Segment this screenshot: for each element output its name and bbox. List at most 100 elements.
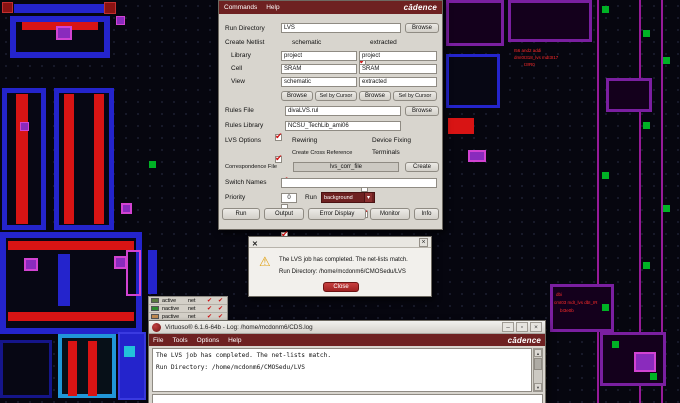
lvs-options-label: LVS Options [225, 137, 261, 144]
menu-tools[interactable]: Tools [172, 337, 187, 344]
layer-row-active[interactable]: active net ✔ ✔ [149, 297, 227, 305]
rules-file-browse-button[interactable]: Browse [405, 106, 439, 116]
error-display-button[interactable]: Error Display [308, 208, 366, 220]
log-window: Virtuoso® 6.1.6-64b - Log: /home/mcdonm6… [148, 320, 546, 403]
layer-select-check-icon[interactable]: ✔ [215, 297, 226, 304]
library-right-field[interactable]: project [359, 51, 437, 61]
dialog-app-icon [252, 233, 258, 251]
layer-visible-check-icon[interactable]: ✔ [204, 297, 215, 304]
layer-row-nactive[interactable]: nactive net ✔ ✔ [149, 305, 227, 313]
cell-right-field[interactable]: SRAM [359, 64, 437, 74]
run-directory-field[interactable]: LVS [281, 23, 401, 33]
layout-label: dmI0I318_lvs mdI3I17 [514, 55, 558, 61]
create-netlist-label: Create Netlist [225, 39, 264, 46]
browse-left-button[interactable]: Browse [281, 91, 313, 101]
log-line: Run Directory: /home/mcdonm6/CMOSedu/LVS [156, 364, 305, 371]
rewiring-label: Rewiring [292, 137, 317, 144]
run-mode-value: background [324, 193, 353, 203]
command-input-field[interactable] [152, 394, 543, 403]
layout-shape [20, 122, 29, 131]
output-button[interactable]: Output [264, 208, 304, 220]
layout-shape [118, 332, 146, 400]
layout-shape [88, 341, 97, 396]
layer-type: net [188, 314, 204, 320]
library-label: Library [231, 52, 251, 59]
menu-commands[interactable]: Commands [224, 4, 257, 11]
layer-name: pactive [162, 314, 188, 320]
close-icon[interactable]: × [530, 322, 542, 332]
view-left-field[interactable]: schematic [281, 77, 357, 87]
cross-reference-label: Create Cross Reference [292, 150, 352, 156]
sel-by-cursor-left-button[interactable]: Sel by Cursor [315, 91, 357, 101]
switch-names-field[interactable] [281, 178, 437, 188]
correspondence-file-field[interactable]: lvs_corr_file [293, 162, 399, 172]
log-output-area[interactable]: The LVS job has completed. The net-lists… [152, 348, 532, 392]
library-left-field[interactable]: project [281, 51, 357, 61]
rules-library-checkbox[interactable] [275, 156, 282, 163]
rules-library-field[interactable]: NCSU_TechLib_ami06 [285, 121, 401, 131]
warning-icon [259, 253, 271, 271]
layout-shape [643, 262, 650, 269]
run-directory-browse-button[interactable]: Browse [405, 23, 439, 33]
run-directory-label: Run Directory [225, 25, 265, 32]
layout-shape [643, 30, 650, 37]
layout-label: cmI03 mdI_lvs dbI_IR [554, 300, 598, 306]
layout-shape [68, 341, 77, 396]
minimize-icon[interactable]: – [502, 322, 514, 332]
layout-shape [149, 161, 156, 168]
layout-shape [126, 250, 141, 296]
layer-swatch-icon [151, 298, 159, 303]
layout-shape [56, 26, 72, 40]
layout-shape [663, 57, 670, 64]
layout-shape [602, 304, 609, 311]
close-button[interactable]: Close [323, 282, 359, 292]
rules-file-field[interactable]: divaLVS.rul [285, 106, 401, 116]
layer-select-check-icon[interactable]: ✔ [215, 305, 226, 312]
sel-by-cursor-right-button[interactable]: Sel by Cursor [393, 91, 437, 101]
scroll-down-icon[interactable]: ▼ [534, 383, 542, 391]
layout-shape [448, 118, 474, 134]
dropdown-arrow-icon [364, 193, 372, 202]
browse-right-button[interactable]: Browse [359, 91, 391, 101]
layout-label: bI3e0b [560, 308, 574, 314]
dialog-titlebar: × [249, 237, 431, 248]
info-button[interactable]: Info [414, 208, 439, 220]
menu-help[interactable]: Help [228, 337, 241, 344]
menu-file[interactable]: File [153, 337, 163, 344]
layout-shape [643, 122, 650, 129]
layout-label: dbi [556, 292, 562, 298]
view-right-field[interactable]: extracted [359, 77, 437, 87]
layer-visible-check-icon[interactable]: ✔ [204, 305, 215, 312]
layer-select-check-icon[interactable]: ✔ [215, 313, 226, 320]
layout-shape [124, 346, 135, 357]
layout-label: I56 and2 addi [514, 48, 541, 54]
run-button[interactable]: Run [222, 208, 260, 220]
scroll-up-icon[interactable]: ▲ [534, 349, 542, 357]
maximize-icon[interactable]: ▫ [516, 322, 528, 332]
layout-label: I3!R0 [524, 62, 535, 68]
layout-shape [116, 16, 125, 25]
run-mode-dropdown[interactable]: background [321, 192, 375, 203]
lvs-form-window: Commands Help cādence Run Directory LVS … [218, 0, 443, 230]
correspondence-create-button[interactable]: Create [405, 162, 439, 172]
cell-left-field[interactable]: SRAM [281, 64, 357, 74]
priority-field[interactable]: 0 [281, 193, 297, 203]
lvs-result-dialog: × The LVS job has completed. The net-lis… [248, 236, 432, 297]
layout-shape [58, 254, 70, 306]
scrollbar-thumb[interactable] [534, 358, 542, 370]
log-titlebar[interactable]: Virtuoso® 6.1.6-64b - Log: /home/mcdonm6… [149, 321, 545, 334]
layer-visible-check-icon[interactable]: ✔ [204, 313, 215, 320]
log-line: The LVS job has completed. The net-lists… [156, 352, 331, 359]
rules-file-checkbox[interactable] [275, 134, 282, 141]
close-icon[interactable]: × [419, 238, 428, 247]
log-scrollbar[interactable]: ▲ ▼ [533, 348, 543, 392]
layout-shape [663, 205, 670, 212]
layout-shape [602, 6, 609, 13]
extracted-checkbox-label: extracted [370, 39, 397, 46]
layer-type: net [188, 298, 204, 304]
monitor-button[interactable]: Monitor [370, 208, 410, 220]
priority-label: Priority [225, 194, 245, 201]
result-run-directory: Run Directory: /home/mcdonm6/CMOSedu/LVS [279, 269, 406, 275]
menu-help[interactable]: Help [266, 4, 279, 11]
menu-options[interactable]: Options [197, 337, 219, 344]
